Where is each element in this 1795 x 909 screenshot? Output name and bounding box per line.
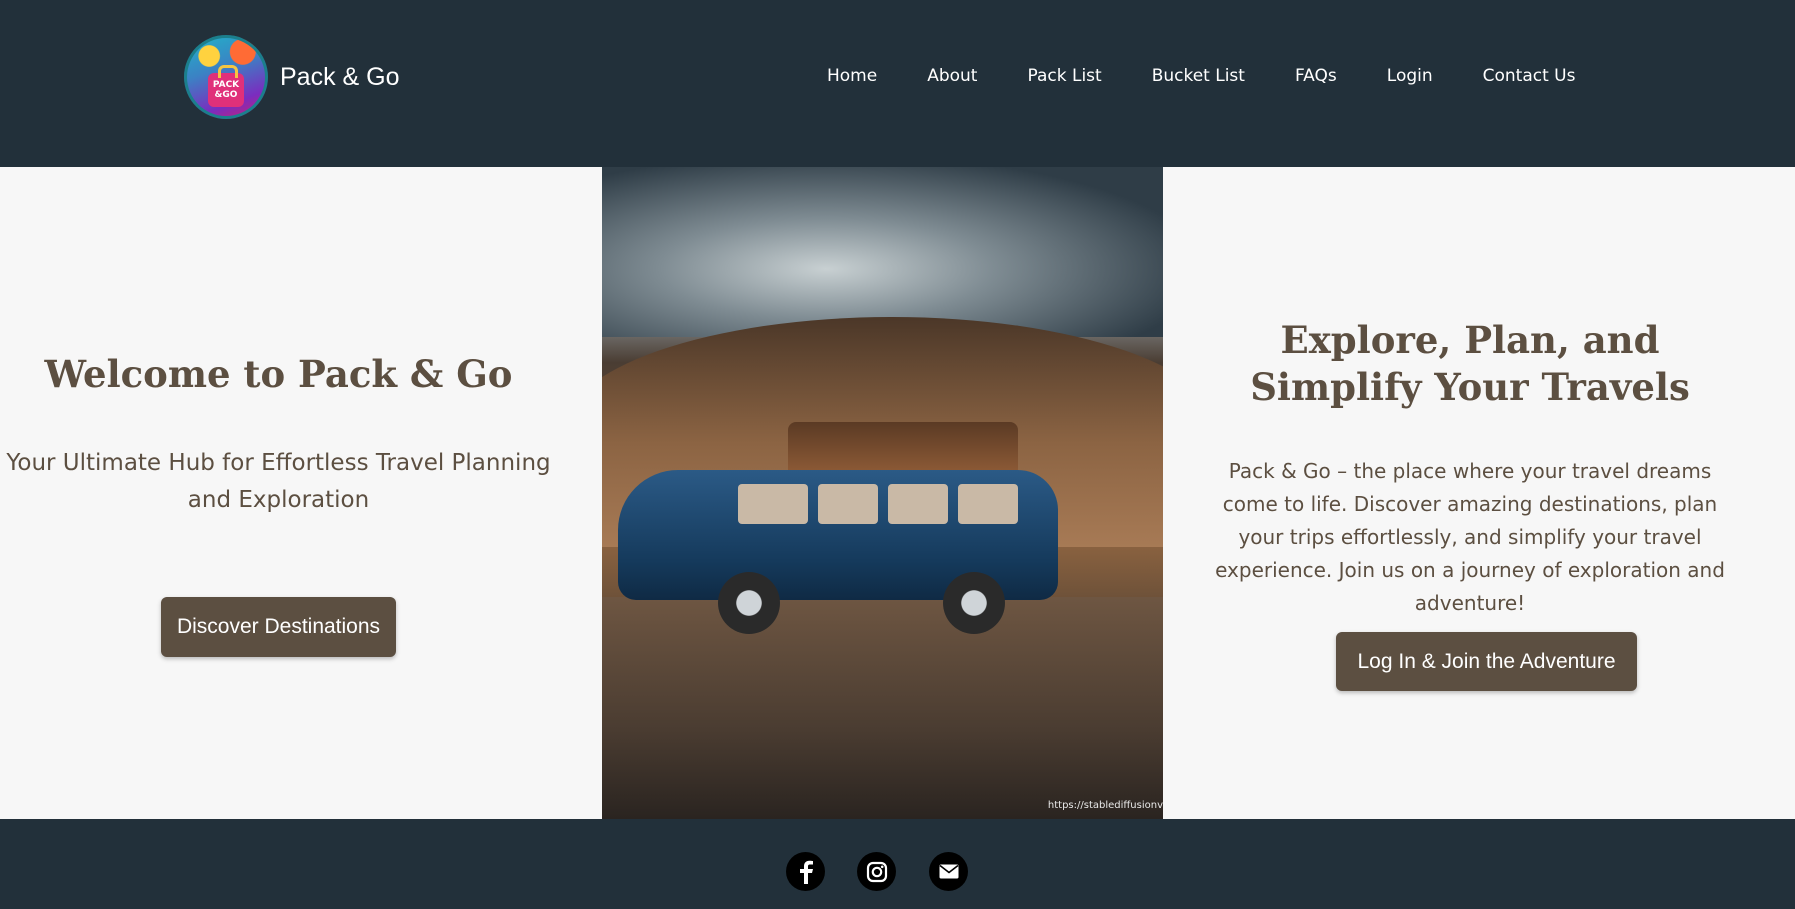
welcome-panel: Welcome to Pack & Go Your Ultimate Hub f… [0, 167, 602, 819]
logo-text-line1: PACK [212, 80, 240, 90]
login-join-button[interactable]: Log In & Join the Adventure [1336, 632, 1637, 691]
car-wheel [718, 572, 780, 634]
suitcase-icon: PACK &GO [208, 65, 244, 107]
nav-login[interactable]: Login [1387, 66, 1433, 86]
car-window [818, 484, 878, 524]
car-wheel [943, 572, 1005, 634]
nav-about[interactable]: About [927, 66, 977, 86]
explore-title: Explore, Plan, and Simplify Your Travels [1250, 318, 1690, 409]
explore-description: Pack & Go – the place where your travel … [1215, 459, 1725, 615]
welcome-title: Welcome to Pack & Go [44, 352, 513, 396]
image-credit: https://stablediffusionv [1047, 800, 1163, 811]
discover-destinations-button[interactable]: Discover Destinations [161, 597, 396, 657]
car-window [738, 484, 808, 524]
logo-text-line2: &GO [214, 90, 238, 100]
nav-faqs[interactable]: FAQs [1295, 66, 1337, 86]
main-nav: Home About Pack List Bucket List FAQs Lo… [827, 66, 1576, 86]
car-window [888, 484, 948, 524]
facebook-icon[interactable] [786, 852, 825, 891]
vintage-car [608, 422, 1078, 642]
brand-name[interactable]: Pack & Go [280, 63, 400, 92]
welcome-subtitle: Your Ultimate Hub for Effortless Travel … [6, 450, 551, 513]
hero-sky [602, 167, 1163, 337]
car-window [958, 484, 1018, 524]
pack-and-go-logo[interactable]: PACK &GO [184, 35, 268, 119]
nav-contact-us[interactable]: Contact Us [1483, 66, 1576, 86]
instagram-icon[interactable] [857, 852, 896, 891]
site-header: PACK &GO Pack & Go Home About Pack List … [0, 0, 1795, 167]
main-content: Welcome to Pack & Go Your Ultimate Hub f… [0, 167, 1795, 819]
nav-pack-list[interactable]: Pack List [1027, 66, 1101, 86]
explore-panel: Explore, Plan, and Simplify Your Travels… [1163, 167, 1795, 819]
email-icon[interactable] [929, 852, 968, 891]
hero-image-blue-car: https://stablediffusionv [602, 167, 1163, 819]
nav-bucket-list[interactable]: Bucket List [1152, 66, 1245, 86]
car-luggage [788, 422, 1018, 472]
nav-home[interactable]: Home [827, 66, 877, 86]
brand[interactable]: PACK &GO Pack & Go [184, 35, 400, 119]
site-footer [0, 819, 1795, 909]
